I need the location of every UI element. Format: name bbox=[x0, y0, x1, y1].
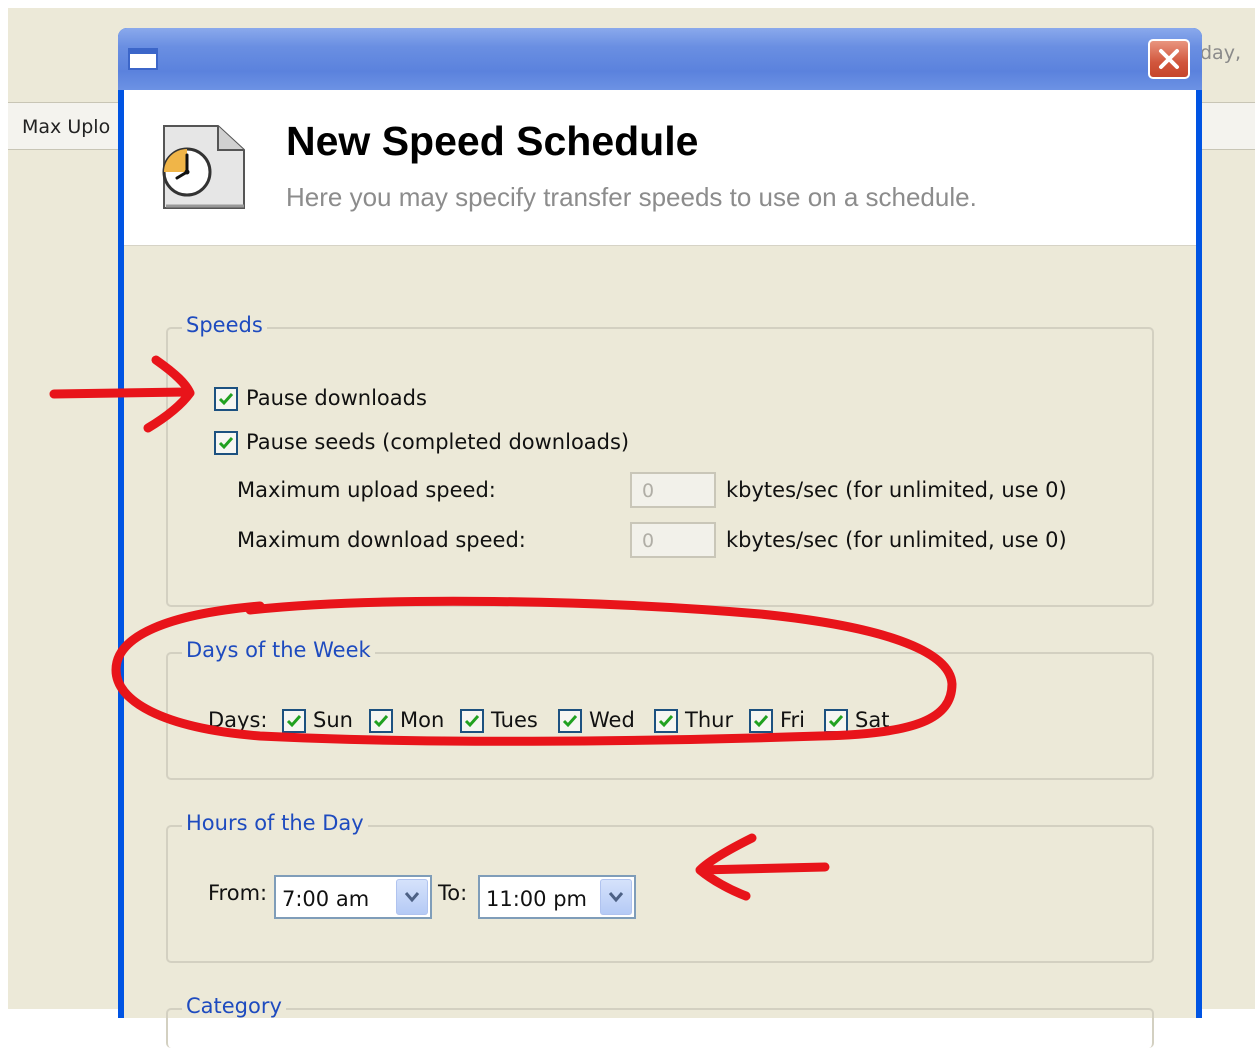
dialog-body: New Speed Schedule Here you may specify … bbox=[124, 90, 1196, 1048]
dialog-title: New Speed Schedule bbox=[286, 118, 699, 164]
to-time-value: 11:00 pm bbox=[486, 887, 587, 911]
day-sun-label: Sun bbox=[313, 708, 353, 732]
day-thur-checkbox[interactable] bbox=[654, 709, 678, 733]
speeds-group: Speeds Pause downloads Pause seeds (comp… bbox=[166, 313, 1154, 607]
chevron-down-icon bbox=[404, 892, 420, 903]
checkmark-icon bbox=[373, 715, 389, 728]
max-upload-unit: kbytes/sec (for unlimited, use 0) bbox=[726, 478, 1067, 502]
checkmark-icon bbox=[562, 715, 578, 728]
pause-seeds-checkbox[interactable] bbox=[214, 431, 238, 455]
from-time-select[interactable]: 7:00 am bbox=[274, 875, 432, 919]
day-tues-label: Tues bbox=[491, 708, 538, 732]
window-icon bbox=[128, 48, 158, 70]
from-label: From: bbox=[208, 881, 268, 905]
days-of-week-group: Days of the Week Days: Sun Mon Tues Wed … bbox=[166, 638, 1154, 780]
days-label: Days: bbox=[208, 708, 268, 732]
max-upload-label: Maximum upload speed: bbox=[237, 478, 496, 502]
category-legend: Category bbox=[182, 994, 286, 1018]
checkmark-icon bbox=[286, 715, 302, 728]
day-thur-label: Thur bbox=[685, 708, 734, 732]
day-wed-checkbox[interactable] bbox=[558, 709, 582, 733]
day-mon-checkbox[interactable] bbox=[369, 709, 393, 733]
background-column-label: Max Uplo bbox=[22, 116, 111, 138]
max-download-field[interactable]: 0 bbox=[630, 522, 716, 558]
checkmark-icon bbox=[218, 437, 234, 450]
title-bar[interactable] bbox=[118, 28, 1202, 90]
day-sun-checkbox[interactable] bbox=[282, 709, 306, 733]
close-icon bbox=[1159, 49, 1179, 69]
chevron-down-icon bbox=[608, 892, 624, 903]
dialog-header: New Speed Schedule Here you may specify … bbox=[124, 90, 1196, 246]
speed-schedule-dialog: New Speed Schedule Here you may specify … bbox=[118, 28, 1202, 1048]
from-time-value: 7:00 am bbox=[282, 887, 370, 911]
hours-legend: Hours of the Day bbox=[182, 811, 368, 835]
pause-seeds-label: Pause seeds (completed downloads) bbox=[246, 430, 630, 454]
day-sat-checkbox[interactable] bbox=[824, 709, 848, 733]
from-dropdown-button[interactable] bbox=[396, 879, 428, 915]
to-label: To: bbox=[438, 881, 468, 905]
pause-downloads-checkbox[interactable] bbox=[214, 387, 238, 411]
day-tues-checkbox[interactable] bbox=[460, 709, 484, 733]
checkmark-icon bbox=[753, 715, 769, 728]
checkmark-icon bbox=[658, 715, 674, 728]
category-group: Category bbox=[166, 994, 1154, 1048]
checkmark-icon bbox=[828, 715, 844, 728]
background-date-text: day, bbox=[1200, 42, 1241, 64]
pause-downloads-label: Pause downloads bbox=[246, 386, 427, 410]
speeds-legend: Speeds bbox=[182, 313, 267, 337]
clock-document-icon bbox=[162, 125, 245, 209]
max-upload-field[interactable]: 0 bbox=[630, 472, 716, 508]
days-legend: Days of the Week bbox=[182, 638, 375, 662]
checkmark-icon bbox=[218, 393, 234, 406]
close-button[interactable] bbox=[1148, 39, 1190, 79]
dialog-subtitle: Here you may specify transfer speeds to … bbox=[286, 182, 977, 212]
to-time-select[interactable]: 11:00 pm bbox=[478, 875, 636, 919]
day-sat-label: Sat bbox=[855, 708, 890, 732]
day-fri-checkbox[interactable] bbox=[749, 709, 773, 733]
to-dropdown-button[interactable] bbox=[600, 879, 632, 915]
max-download-label: Maximum download speed: bbox=[237, 528, 526, 552]
checkmark-icon bbox=[464, 715, 480, 728]
day-fri-label: Fri bbox=[780, 708, 806, 732]
day-mon-label: Mon bbox=[400, 708, 445, 732]
day-wed-label: Wed bbox=[589, 708, 635, 732]
max-download-unit: kbytes/sec (for unlimited, use 0) bbox=[726, 528, 1067, 552]
hours-of-day-group: Hours of the Day From: 7:00 am To: 11:00… bbox=[166, 811, 1154, 963]
